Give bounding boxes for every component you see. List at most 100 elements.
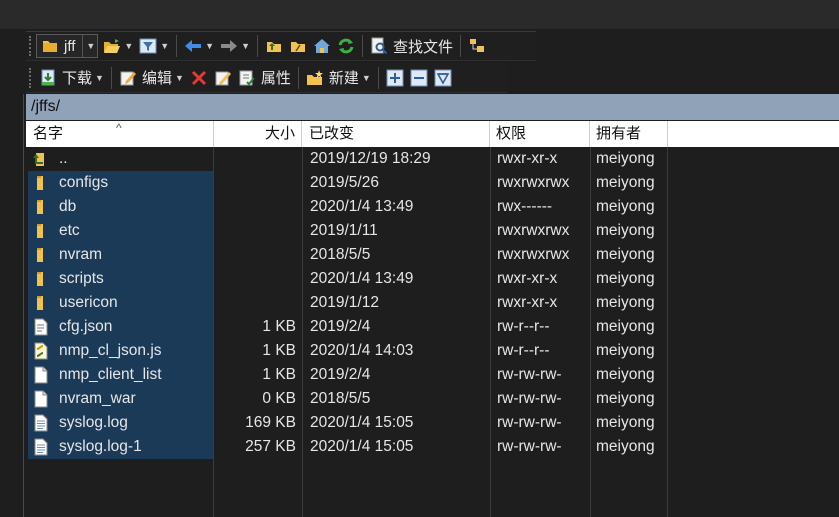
- file-row[interactable]: configs 2019/5/26 rwxrwxrwx meiyong: [26, 171, 839, 195]
- chevron-down-icon[interactable]: ▼: [160, 41, 169, 51]
- download-button[interactable]: 下载 ▼: [36, 66, 107, 90]
- file-name: nvram_war: [59, 390, 136, 407]
- rename-button[interactable]: [211, 66, 235, 90]
- file-size: [214, 219, 296, 243]
- drive-selector[interactable]: jff ▼: [36, 34, 99, 58]
- file-rights: rwxrwxrwx: [497, 246, 570, 263]
- file-owner: meiyong: [596, 150, 655, 167]
- file-changed: 2020/1/4 15:05: [310, 438, 414, 455]
- delete-button[interactable]: [187, 66, 211, 90]
- filter-button[interactable]: ▼: [136, 34, 172, 58]
- home-icon: [313, 37, 331, 55]
- file-row[interactable]: .. 2019/12/19 18:29 rwxr-xr-x meiyong: [26, 147, 839, 171]
- file-name-cell: syslog.log: [32, 411, 128, 435]
- select-files-button[interactable]: [383, 66, 407, 90]
- chevron-down-icon[interactable]: ▼: [124, 41, 133, 51]
- find-files-button[interactable]: 查找文件: [367, 34, 456, 58]
- toolbar-grip[interactable]: [29, 67, 33, 88]
- edit-button[interactable]: 编辑 ▼: [116, 66, 187, 90]
- chevron-down-icon[interactable]: ▼: [82, 35, 95, 57]
- file-row[interactable]: scripts 2020/1/4 13:49 rwxr-xr-x meiyong: [26, 267, 839, 291]
- file-list[interactable]: .. 2019/12/19 18:29 rwxr-xr-x meiyong config…: [26, 147, 839, 517]
- file-name: configs: [59, 174, 109, 191]
- file-changed: 2019/1/12: [310, 294, 379, 311]
- file-size: [214, 171, 296, 195]
- file-owner: meiyong: [596, 198, 655, 215]
- file-name: ..: [59, 150, 68, 167]
- file-row[interactable]: etc 2019/1/11 rwxrwxrwx meiyong: [26, 219, 839, 243]
- delete-icon: [190, 69, 208, 87]
- file-rights: rwxr-xr-x: [497, 270, 558, 287]
- chevron-down-icon[interactable]: ▼: [95, 73, 104, 83]
- refresh-button[interactable]: [334, 34, 358, 58]
- file-name: cfg.json: [59, 318, 113, 335]
- back-button[interactable]: ▼: [181, 34, 217, 58]
- tree-toggle-button[interactable]: [465, 34, 489, 58]
- file-size: 169 KB: [245, 414, 296, 431]
- file-name: nmp_cl_json.js: [59, 342, 162, 359]
- file-size: [214, 243, 296, 267]
- new-button[interactable]: 新建 ▼: [303, 66, 374, 90]
- parent-directory-button[interactable]: [262, 34, 286, 58]
- file-owner: meiyong: [596, 390, 655, 407]
- chevron-down-icon[interactable]: ▼: [362, 73, 371, 83]
- file-size: 1 KB: [262, 342, 296, 359]
- file-owner: meiyong: [596, 414, 655, 431]
- column-header-changed[interactable]: 已改变: [302, 121, 490, 147]
- root-directory-button[interactable]: [286, 34, 310, 58]
- file-row[interactable]: nvram 2018/5/5 rwxrwxrwx meiyong: [26, 243, 839, 267]
- file-size: [214, 195, 296, 219]
- text-file-icon: [32, 414, 50, 432]
- open-folder-icon: [103, 37, 121, 55]
- file-name-cell: nmp_client_list: [32, 363, 162, 387]
- chevron-down-icon[interactable]: ▼: [205, 41, 214, 51]
- file-rights: rwxrwxrwx: [497, 222, 570, 239]
- column-header-size[interactable]: 大小: [214, 121, 302, 147]
- pane-splitter[interactable]: [23, 94, 24, 517]
- file-row[interactable]: nmp_client_list 1 KB 2019/2/4 rw-rw-rw-meiy…: [26, 363, 839, 387]
- chevron-down-icon[interactable]: ▼: [175, 73, 184, 83]
- file-name: nmp_client_list: [59, 366, 162, 383]
- file-changed: 2020/1/4 13:49: [310, 198, 414, 215]
- open-directory-button[interactable]: ▼: [100, 34, 136, 58]
- script-file-icon: [32, 342, 50, 360]
- chevron-down-icon[interactable]: ▼: [241, 41, 250, 51]
- file-row[interactable]: syslog.log 169 KB 2020/1/4 15:05 rw-rw-rw-m…: [26, 411, 839, 435]
- filter-files-button[interactable]: [431, 66, 455, 90]
- file-row[interactable]: db 2020/1/4 13:49 rwx------ meiyong: [26, 195, 839, 219]
- drive-label: jff: [64, 37, 76, 55]
- file-changed: 2018/5/5: [310, 390, 371, 407]
- file-owner: meiyong: [596, 174, 655, 191]
- home-directory-button[interactable]: [310, 34, 334, 58]
- find-files-icon: [370, 37, 388, 55]
- file-rights: rw-rw-rw-: [497, 366, 562, 383]
- file-size: 1 KB: [262, 318, 296, 335]
- file-name-cell: configs: [32, 171, 108, 195]
- file-row[interactable]: nmp_cl_json.js 1 KB 2020/1/4 14:03 rw-r--r-…: [26, 339, 839, 363]
- file-row[interactable]: cfg.json 1 KB 2019/2/4 rw-r--r-- meiyong: [26, 315, 839, 339]
- toolbar-grip[interactable]: [29, 36, 33, 56]
- properties-button[interactable]: 属性: [235, 66, 294, 90]
- folder-icon: [32, 174, 50, 192]
- file-changed: 2019/5/26: [310, 174, 379, 191]
- json-file-icon: [32, 318, 50, 336]
- file-row[interactable]: syslog.log-1 257 KB 2020/1/4 15:05 rw-rw-rw…: [26, 435, 839, 459]
- file-icon: [32, 390, 50, 408]
- column-header-rights[interactable]: 权限: [490, 121, 590, 147]
- folder-icon: [32, 198, 50, 216]
- path-bar[interactable]: /jffs/: [26, 94, 839, 120]
- file-rights: rw-rw-rw-: [497, 414, 562, 431]
- file-changed: 2019/1/11: [310, 222, 378, 239]
- column-header-owner[interactable]: 拥有者: [590, 121, 668, 147]
- column-header-name[interactable]: 名字 ^: [26, 121, 214, 147]
- unselect-files-button[interactable]: [407, 66, 431, 90]
- filter-icon: [434, 69, 452, 87]
- file-row[interactable]: nvram_war 0 KB 2018/5/5 rw-rw-rw-meiyong: [26, 387, 839, 411]
- file-rights: rw-rw-rw-: [497, 390, 562, 407]
- file-rights: rw-rw-rw-: [497, 438, 562, 455]
- file-row[interactable]: usericon 2019/1/12 rwxr-xr-x meiyong: [26, 291, 839, 315]
- forward-button[interactable]: ▼: [217, 34, 253, 58]
- edit-icon: [119, 69, 137, 87]
- folder-icon: [32, 270, 50, 288]
- text-file-icon: [32, 438, 50, 456]
